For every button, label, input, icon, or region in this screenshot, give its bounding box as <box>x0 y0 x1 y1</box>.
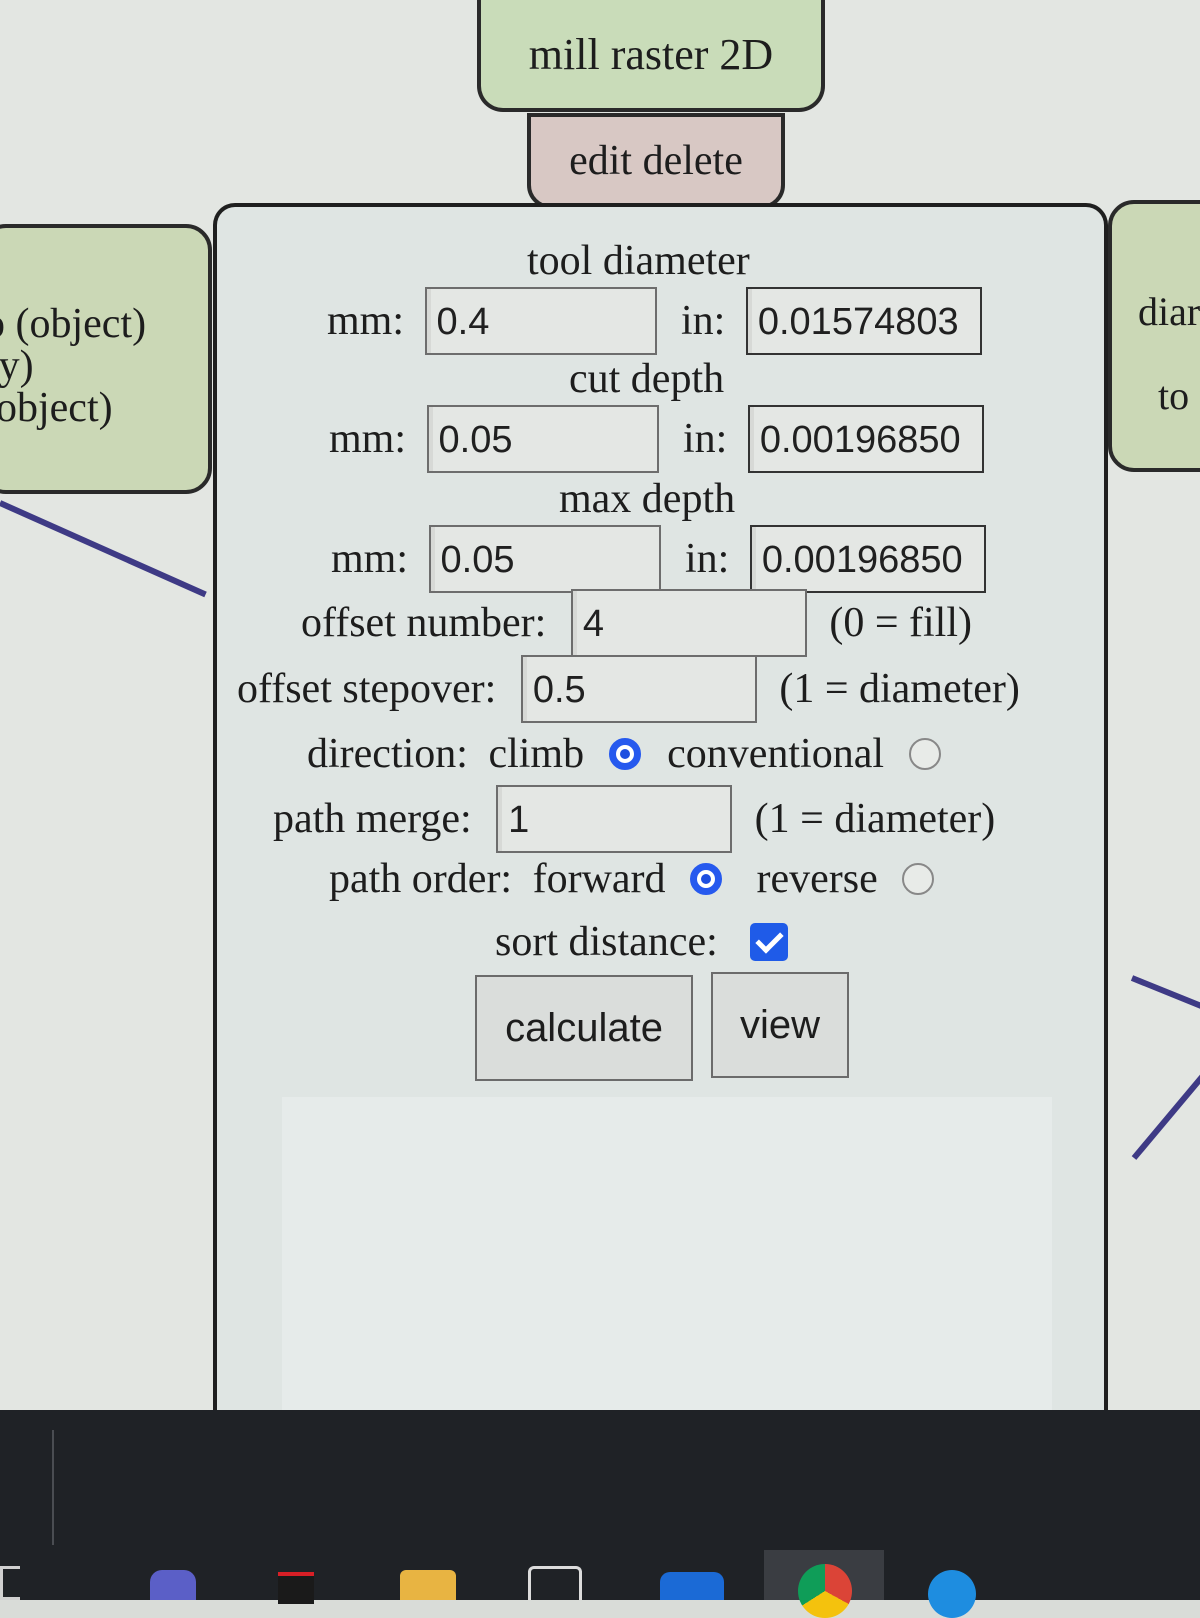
app-c-icon[interactable] <box>928 1570 976 1618</box>
path-merge-hint: (1 = diameter) <box>754 796 996 842</box>
chrome-icon[interactable] <box>798 1564 852 1618</box>
view-button[interactable]: view <box>711 972 849 1078</box>
offset-number-hint: (0 = fill) <box>829 600 972 646</box>
offset-stepover-input[interactable]: 0.5 <box>520 655 757 723</box>
conventional-label: conventional <box>667 731 885 778</box>
wire-right-upper <box>1130 975 1200 1015</box>
offset-number-input[interactable]: 4 <box>570 589 807 657</box>
tool-diameter-mm-input[interactable]: 0.4 <box>424 287 657 355</box>
neighbor-left-line: o (object) <box>0 301 147 347</box>
tool-diameter-in-input[interactable]: 0.01574803 <box>745 287 982 355</box>
node-title-label: mill raster 2D <box>528 29 774 79</box>
store-icon[interactable] <box>528 1566 582 1600</box>
direction-label: direction: <box>307 731 468 778</box>
screen: mill raster 2D edit delete o (object) ay… <box>0 0 1200 1410</box>
node-actions[interactable]: edit delete <box>527 113 785 209</box>
path-merge-label: path merge: <box>273 796 472 842</box>
sort-distance-checkbox[interactable] <box>750 923 789 962</box>
taskbar <box>0 1410 1200 1618</box>
in-label: in: <box>685 536 730 582</box>
max-depth-mm-input[interactable]: 0.05 <box>428 525 661 593</box>
max-depth-heading: max depth <box>559 476 736 522</box>
reverse-radio[interactable] <box>902 863 935 896</box>
taskbar-divider <box>52 1430 54 1545</box>
reverse-label: reverse <box>756 856 878 903</box>
sort-distance-row: sort distance: <box>495 915 789 966</box>
node-title[interactable]: mill raster 2D <box>477 0 825 112</box>
search-taskbar-icon[interactable] <box>0 1566 20 1600</box>
climb-label: climb <box>488 731 585 778</box>
climb-radio[interactable] <box>608 738 641 771</box>
cut-depth-row: mm: 0.05 in: 0.00196850 <box>329 405 984 473</box>
offset-number-label: offset number: <box>301 600 547 646</box>
calculate-button[interactable]: calculate <box>475 975 693 1081</box>
path-order-label: path order: <box>329 856 513 903</box>
path-merge-row: path merge: 1 (1 = diameter) <box>273 785 995 853</box>
wire-right-lower <box>1131 1071 1200 1160</box>
offset-stepover-row: offset stepover: 0.5 (1 = diameter) <box>237 655 1020 723</box>
in-label: in: <box>683 416 728 462</box>
mail-icon[interactable] <box>660 1572 724 1600</box>
wire-left <box>0 500 207 598</box>
max-depth-row: mm: 0.05 in: 0.00196850 <box>331 525 986 593</box>
forward-label: forward <box>532 856 666 903</box>
edit-delete-label: edit delete <box>569 138 743 184</box>
neighbor-node-left[interactable]: o (object) ay) object) <box>0 224 212 494</box>
folder-icon[interactable] <box>400 1570 456 1600</box>
path-merge-input[interactable]: 1 <box>496 785 733 853</box>
direction-row: direction: climb conventional <box>307 727 941 778</box>
path-order-row: path order: forward reverse <box>329 852 935 903</box>
neighbor-node-right[interactable]: diar to <box>1108 200 1200 472</box>
view-button-label: view <box>739 1002 821 1047</box>
offset-stepover-hint: (1 = diameter) <box>779 666 1020 712</box>
tool-diameter-row: mm: 0.4 in: 0.01574803 <box>327 287 982 355</box>
offset-stepover-label: offset stepover: <box>237 666 497 712</box>
conventional-radio[interactable] <box>908 738 941 771</box>
neighbor-left-line: object) <box>0 385 113 431</box>
output-area <box>282 1097 1052 1410</box>
max-depth-in-input[interactable]: 0.00196850 <box>749 525 986 593</box>
mm-label: mm: <box>327 298 405 344</box>
calculate-button-label: calculate <box>505 1005 663 1050</box>
mm-label: mm: <box>331 536 409 582</box>
neighbor-right-line: diar <box>1138 289 1200 334</box>
neighbor-left-line: ay) <box>0 343 34 389</box>
in-label: in: <box>681 298 726 344</box>
mm-label: mm: <box>329 416 407 462</box>
neighbor-right-line: to <box>1158 373 1190 418</box>
forward-radio[interactable] <box>690 863 723 896</box>
cut-depth-in-input[interactable]: 0.00196850 <box>747 405 984 473</box>
mill-raster-panel: tool diameter mm: 0.4 in: 0.01574803 cut… <box>213 203 1108 1410</box>
netflix-icon[interactable] <box>278 1572 314 1604</box>
cut-depth-heading: cut depth <box>569 356 725 402</box>
cut-depth-mm-input[interactable]: 0.05 <box>426 405 659 473</box>
tool-diameter-heading: tool diameter <box>527 238 750 284</box>
sort-distance-label: sort distance: <box>495 919 718 966</box>
teams-icon[interactable] <box>150 1570 196 1600</box>
offset-number-row: offset number: 4 (0 = fill) <box>301 589 972 657</box>
